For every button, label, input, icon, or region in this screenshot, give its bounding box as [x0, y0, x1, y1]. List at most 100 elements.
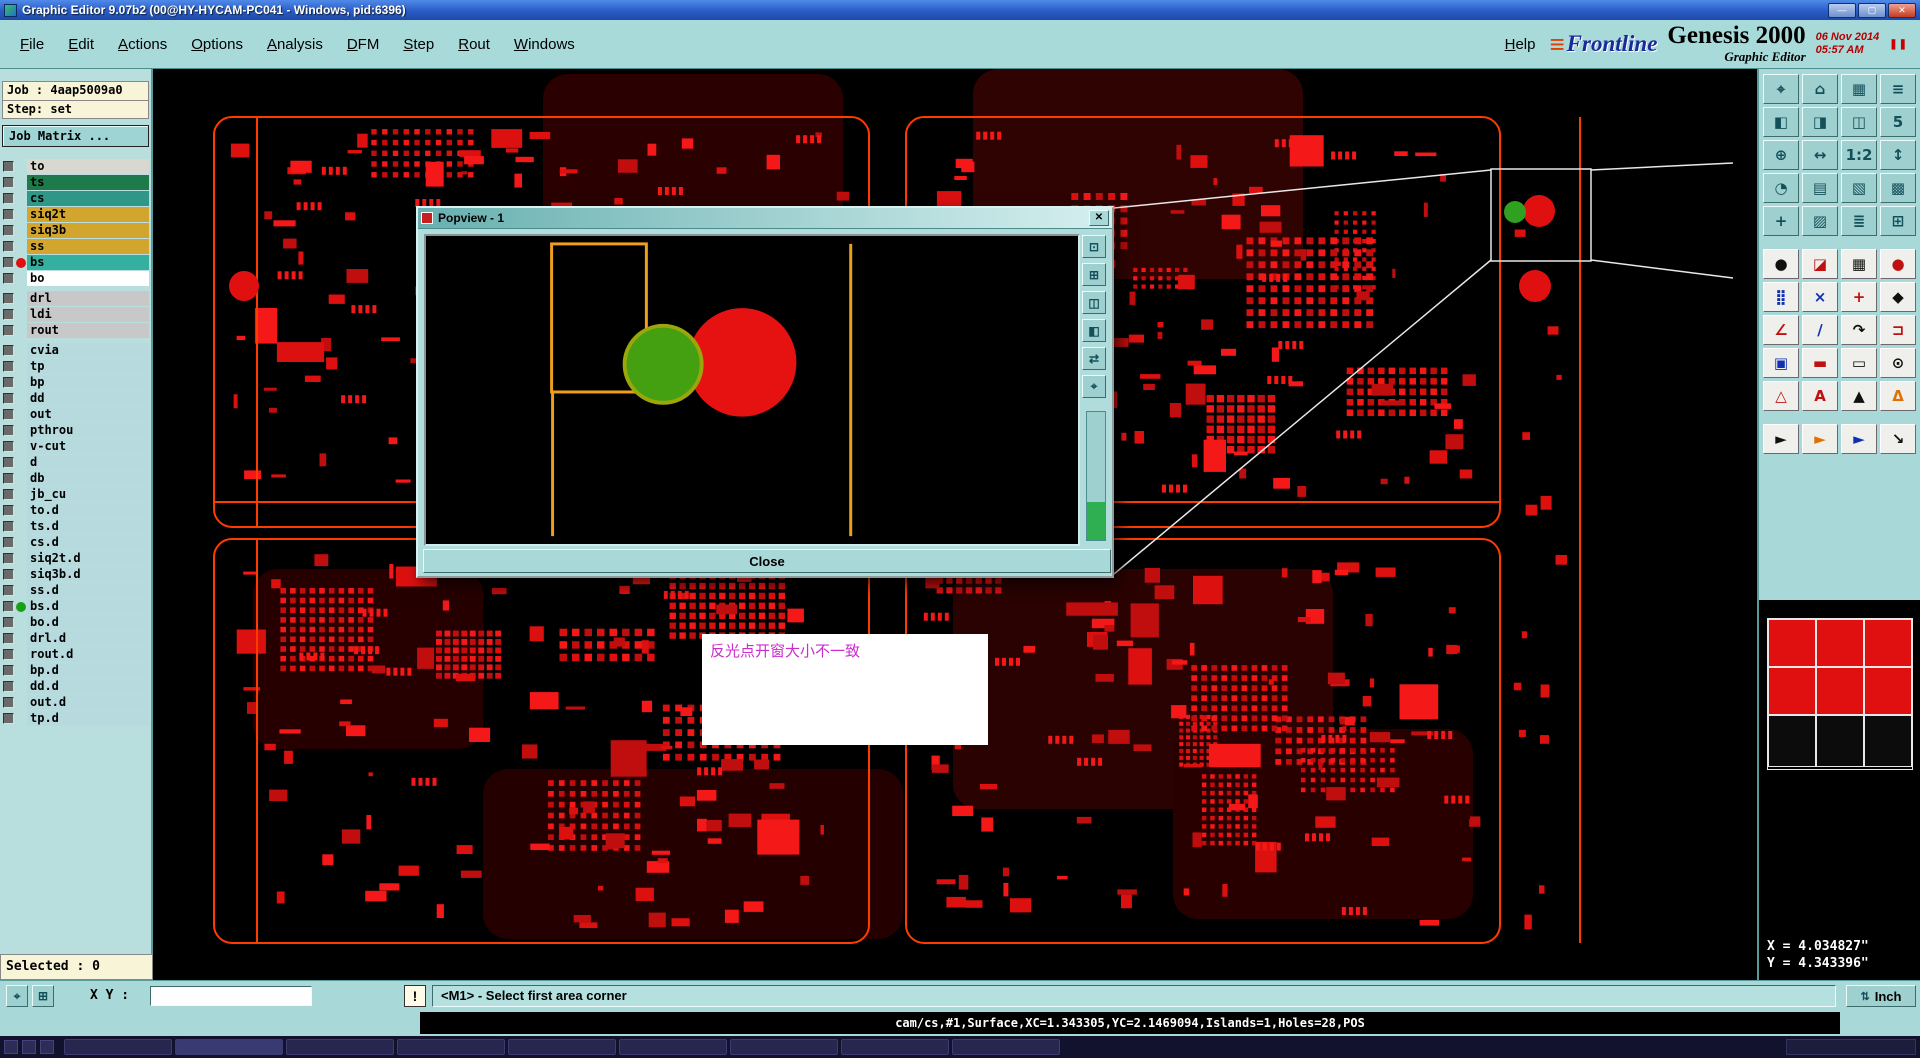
layer-checkbox[interactable] — [3, 393, 14, 404]
layer-row-to[interactable]: to — [2, 159, 149, 174]
popview-scrollbar[interactable] — [1086, 411, 1106, 541]
layer-row-to.d[interactable]: to.d — [2, 503, 149, 518]
layer-checkbox[interactable] — [3, 409, 14, 420]
menu-windows[interactable]: Windows — [502, 30, 587, 59]
pad-tool-button[interactable]: ● — [1763, 249, 1799, 279]
taskbar-item[interactable] — [64, 1039, 172, 1055]
fill-view-button[interactable]: ▩ — [1880, 173, 1916, 203]
layer-checkbox[interactable] — [3, 425, 14, 436]
filled-triangle-tool-button[interactable]: ▲ — [1841, 381, 1877, 411]
layer-row-bs.d[interactable]: bs.d — [2, 599, 149, 614]
layer-row-cvia[interactable]: cvia — [2, 343, 149, 358]
layer-row-ss.d[interactable]: ss.d — [2, 583, 149, 598]
layer-row-drl.d[interactable]: drl.d — [2, 631, 149, 646]
layer-checkbox[interactable] — [3, 665, 14, 676]
zoom-1-2-button[interactable]: 1:2 — [1841, 140, 1877, 170]
layer-checkbox[interactable] — [3, 585, 14, 596]
layer-checkbox[interactable] — [3, 537, 14, 548]
layer-row-out.d[interactable]: out.d — [2, 695, 149, 710]
layer-row-dd.d[interactable]: dd.d — [2, 679, 149, 694]
angle-tool-button[interactable]: ∠ — [1763, 315, 1799, 345]
rotate-view-button[interactable]: ◔ — [1763, 173, 1799, 203]
rotate-tool-button[interactable]: ↷ — [1841, 315, 1877, 345]
multi-select-arrow-button[interactable]: ► — [1841, 424, 1877, 454]
alert-icon[interactable]: ! — [404, 985, 426, 1007]
taskbar-item[interactable] — [952, 1039, 1060, 1055]
quadrant-tool-button[interactable]: ◪ — [1802, 249, 1838, 279]
taskbar-icon[interactable] — [40, 1040, 54, 1054]
rows-view-button[interactable]: ▤ — [1802, 173, 1838, 203]
menu-file[interactable]: File — [8, 30, 56, 59]
layer-row-ts[interactable]: ts — [2, 175, 149, 190]
layer-checkbox[interactable] — [3, 377, 14, 388]
layer-checkbox[interactable] — [3, 569, 14, 580]
add-view-button[interactable]: + — [1763, 206, 1799, 236]
popview-close-button[interactable]: Close — [423, 549, 1111, 573]
menu-options[interactable]: Options — [179, 30, 255, 59]
layer-checkbox[interactable] — [3, 553, 14, 564]
layer-row-siq2t.d[interactable]: siq2t.d — [2, 551, 149, 566]
layer-list-button[interactable]: ≡ — [1880, 74, 1916, 104]
layer-row-tp.d[interactable]: tp.d — [2, 711, 149, 726]
menu-analysis[interactable]: Analysis — [255, 30, 335, 59]
layer-checkbox[interactable] — [3, 177, 14, 188]
layer-row-out[interactable]: out — [2, 407, 149, 422]
pan-right-button[interactable]: ◨ — [1802, 107, 1838, 137]
add-feature-button[interactable]: + — [1841, 282, 1877, 312]
layer-row-bs[interactable]: bs — [2, 255, 149, 270]
layer-row-dd[interactable]: dd — [2, 391, 149, 406]
layer-row-bp.d[interactable]: bp.d — [2, 663, 149, 678]
layer-checkbox[interactable] — [3, 241, 14, 252]
bga-grid-tool-button[interactable]: ⣿ — [1763, 282, 1799, 312]
title-bar[interactable]: Graphic Editor 9.07b2 (00@HY-HYCAM-PC041… — [0, 0, 1920, 20]
home-view-button[interactable]: ⌂ — [1802, 74, 1838, 104]
layer-checkbox[interactable] — [3, 309, 14, 320]
list-view-button[interactable]: ≣ — [1841, 206, 1877, 236]
popview-title-bar[interactable]: Popview - 1 ✕ — [418, 208, 1112, 229]
layer-row-siq3b.d[interactable]: siq3b.d — [2, 567, 149, 582]
delete-tool-button[interactable]: × — [1802, 282, 1838, 312]
highlight-arrow-button[interactable]: ► — [1802, 424, 1838, 454]
pv-split-button[interactable]: ◫ — [1082, 291, 1106, 314]
pv-zoom-in-button[interactable]: ⊞ — [1082, 263, 1106, 286]
menu-edit[interactable]: Edit — [56, 30, 106, 59]
menu-help[interactable]: Help — [1491, 30, 1550, 59]
layer-row-tp[interactable]: tp — [2, 359, 149, 374]
pv-fit-button[interactable]: ⊡ — [1082, 235, 1106, 258]
select-arrow-button[interactable]: ► — [1763, 424, 1799, 454]
rect-outline-tool-button[interactable]: ▭ — [1841, 348, 1877, 378]
job-matrix-button[interactable]: Job Matrix ... — [2, 125, 149, 147]
layer-checkbox[interactable] — [3, 601, 14, 612]
layer-checkbox[interactable] — [3, 257, 14, 268]
line-tool-button[interactable]: ∕ — [1802, 315, 1838, 345]
open-rect-tool-button[interactable]: ⊐ — [1880, 315, 1916, 345]
layer-checkbox[interactable] — [3, 713, 14, 724]
menu-step[interactable]: Step — [391, 30, 446, 59]
layer-row-drl[interactable]: drl — [2, 291, 149, 306]
layer-row-rout[interactable]: rout — [2, 323, 149, 338]
fit-height-button[interactable]: ↕ — [1880, 140, 1916, 170]
hatch-view-button[interactable]: ▧ — [1841, 173, 1877, 203]
layer-checkbox[interactable] — [3, 489, 14, 500]
red-pad-tool-button[interactable]: ● — [1880, 249, 1916, 279]
layer-checkbox[interactable] — [3, 273, 14, 284]
taskbar-item[interactable] — [619, 1039, 727, 1055]
layer-row-bp[interactable]: bp — [2, 375, 149, 390]
text-tool-button[interactable]: A — [1802, 381, 1838, 411]
layer-checkbox[interactable] — [3, 345, 14, 356]
layer-checkbox[interactable] — [3, 193, 14, 204]
fit-width-button[interactable]: ↔ — [1802, 140, 1838, 170]
zoom-5-button[interactable]: 5 — [1880, 107, 1916, 137]
taskbar-icon[interactable] — [22, 1040, 36, 1054]
pv-center-button[interactable]: ⌖ — [1082, 375, 1106, 398]
layer-checkbox[interactable] — [3, 521, 14, 532]
layer-row-bo[interactable]: bo — [2, 271, 149, 286]
new-window-button[interactable]: ⊞ — [1880, 206, 1916, 236]
layer-row-cs.d[interactable]: cs.d — [2, 535, 149, 550]
layer-row-v-cut[interactable]: v-cut — [2, 439, 149, 454]
layer-row-siq2t[interactable]: siq2t — [2, 207, 149, 222]
pan-left-button[interactable]: ◧ — [1763, 107, 1799, 137]
xy-input[interactable] — [150, 986, 312, 1006]
layer-checkbox[interactable] — [3, 681, 14, 692]
circle-center-tool-button[interactable]: ⊙ — [1880, 348, 1916, 378]
